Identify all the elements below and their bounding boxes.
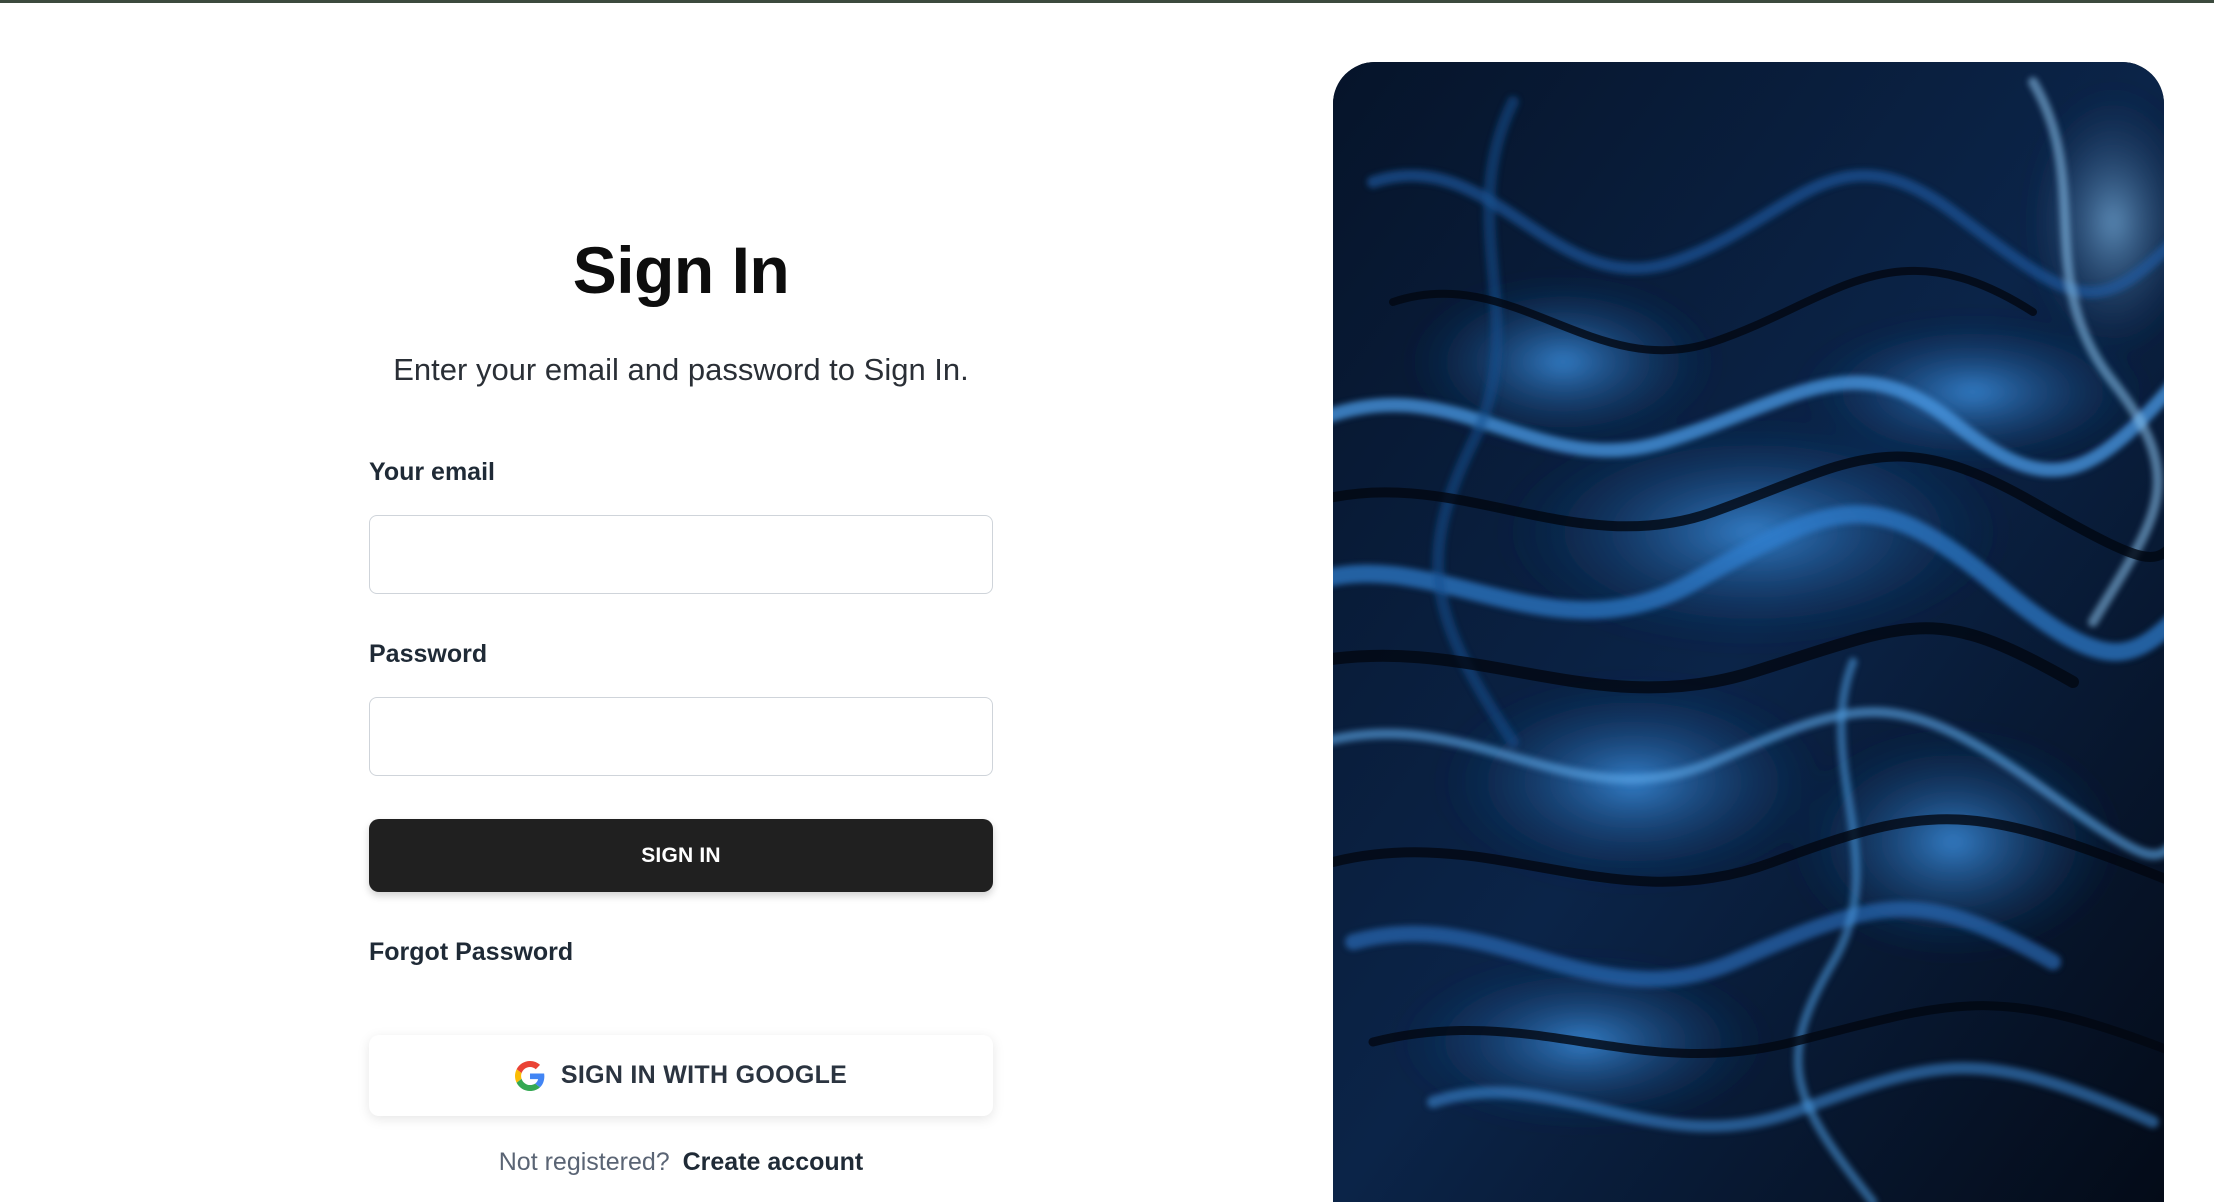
google-g-icon: [514, 1060, 545, 1091]
email-field[interactable]: [369, 515, 993, 594]
sign-in-button[interactable]: SIGN IN: [369, 819, 993, 892]
not-registered-text: Not registered?: [498, 1148, 670, 1176]
create-account-link[interactable]: Create account: [683, 1148, 864, 1176]
page-title: Sign In: [572, 233, 790, 307]
password-label: Password: [369, 640, 488, 668]
page-subtitle: Enter your email and password to Sign In…: [393, 352, 969, 387]
forgot-password-link[interactable]: Forgot Password: [369, 938, 573, 967]
password-field[interactable]: [369, 697, 993, 776]
register-prompt: Not registered? Create account: [369, 1148, 993, 1177]
email-label: Your email: [369, 458, 495, 486]
google-sign-in-label: SIGN IN WITH GOOGLE: [560, 1061, 848, 1089]
abstract-fluid-art: [1333, 62, 2164, 1202]
hero-abstract-image: [1333, 62, 2164, 1202]
sign-in-button-label: SIGN IN: [641, 843, 721, 867]
sign-in-form-panel: Sign In Enter your email and password to…: [0, 0, 1330, 1176]
google-sign-in-button[interactable]: SIGN IN WITH GOOGLE: [369, 1035, 993, 1116]
